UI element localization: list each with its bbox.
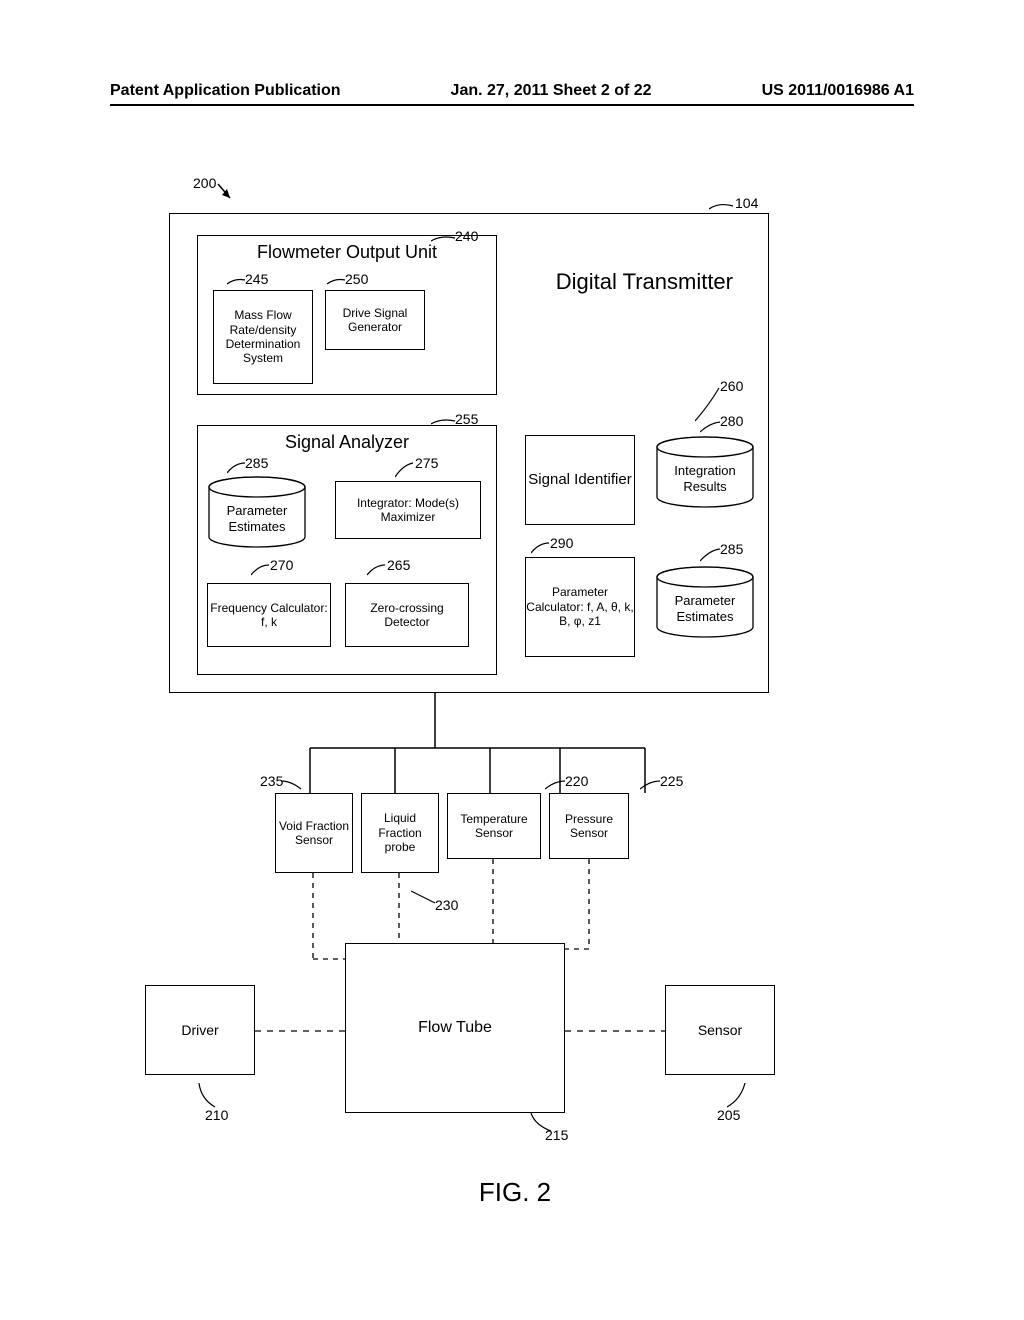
ref-275: 275 [415, 455, 438, 471]
page-header: Patent Application Publication Jan. 27, … [110, 82, 914, 100]
header-center: Jan. 27, 2011 Sheet 2 of 22 [451, 82, 652, 100]
leader-265-icon [367, 563, 387, 579]
leader-275-icon [395, 461, 415, 481]
ref-240: 240 [455, 228, 478, 244]
signal-analyzer-title: Signal Analyzer [285, 432, 409, 454]
ref-225: 225 [660, 773, 683, 789]
drive-signal-block: Drive Signal Generator [325, 290, 425, 350]
leader-240-icon [431, 235, 456, 247]
leader-220-icon [545, 779, 567, 793]
leader-205-icon [727, 1083, 753, 1109]
mass-flow-block: Mass Flow Rate/density Determination Sys… [213, 290, 313, 384]
ref-250: 250 [345, 271, 368, 287]
ref-265: 265 [387, 557, 410, 573]
parameter-estimates-a-label: Parameter Estimates [207, 503, 307, 534]
ref-270: 270 [270, 557, 293, 573]
liquid-fraction-label: Liquid Fraction probe [362, 811, 438, 854]
leader-290-icon [531, 541, 551, 557]
leader-260-icon [695, 385, 720, 425]
ref-205: 205 [717, 1107, 740, 1123]
ref-220: 220 [565, 773, 588, 789]
integrator-block: Integrator: Mode(s) Maximizer [335, 481, 481, 539]
header-right: US 2011/0016986 A1 [762, 82, 914, 100]
parameter-estimates-b-label: Parameter Estimates [655, 593, 755, 624]
leader-225-icon [640, 779, 662, 793]
ref-260: 260 [720, 378, 743, 394]
signal-identifier-label: Signal Identifier [528, 471, 631, 489]
zero-crossing-block: Zero-crossing Detector [345, 583, 469, 647]
leader-215-icon [529, 1113, 553, 1135]
frequency-calc-label: Frequency Calculator: f, k [208, 601, 330, 630]
ref-290: 290 [550, 535, 573, 551]
integration-results-cylinder: Integration Results [655, 435, 755, 509]
integrator-label: Integrator: Mode(s) Maximizer [336, 496, 480, 525]
ref-285b: 285 [720, 541, 743, 557]
pressure-sensor: Pressure Sensor [549, 793, 629, 859]
drive-signal-label: Drive Signal Generator [326, 306, 424, 335]
leader-250-icon [327, 278, 347, 290]
diagram-fig2: 200 104 Digital Transmitter Flowmeter Ou… [155, 195, 875, 1195]
signal-identifier-block: Signal Identifier [525, 435, 635, 525]
figure-caption: FIG. 2 [155, 1177, 875, 1208]
leader-230-icon [411, 889, 437, 907]
parameter-estimates-cylinder-a: Parameter Estimates [207, 475, 307, 549]
leader-270-icon [251, 563, 271, 579]
ref-230: 230 [435, 897, 458, 913]
parameter-calculator-block: Parameter Calculator: f, A, θ, k, B, φ, … [525, 557, 635, 657]
temperature-sensor: Temperature Sensor [447, 793, 541, 859]
digital-transmitter-title: Digital Transmitter [556, 269, 733, 295]
leader-285a-icon [227, 461, 247, 477]
ref-210: 210 [205, 1107, 228, 1123]
leader-285b-icon [700, 547, 722, 565]
leader-210-icon [193, 1083, 219, 1109]
ref-235: 235 [260, 773, 283, 789]
void-fraction-label: Void Fraction Sensor [276, 819, 352, 848]
ref-255: 255 [455, 411, 478, 427]
flowmeter-output-title: Flowmeter Output Unit [257, 242, 437, 264]
bottom-dashed-icon [155, 1025, 875, 1045]
pressure-sensor-label: Pressure Sensor [550, 812, 628, 841]
parameter-estimates-cylinder-b: Parameter Estimates [655, 565, 755, 639]
frequency-calc-block: Frequency Calculator: f, k [207, 583, 331, 647]
integration-results-label: Integration Results [655, 463, 755, 494]
temperature-sensor-label: Temperature Sensor [448, 812, 540, 841]
ref-280: 280 [720, 413, 743, 429]
ref-285a: 285 [245, 455, 268, 471]
leader-235-icon [281, 779, 303, 793]
leader-280-icon [700, 420, 722, 436]
leader-245-icon [227, 278, 247, 290]
ref-104: 104 [735, 195, 758, 211]
parameter-calculator-label: Parameter Calculator: f, A, θ, k, B, φ, … [526, 585, 634, 628]
header-rule [110, 104, 914, 106]
digital-transmitter-label: Digital Transmitter [556, 269, 733, 295]
mass-flow-label: Mass Flow Rate/density Determination Sys… [214, 308, 312, 366]
arrow-200-icon [208, 180, 238, 210]
ref-245: 245 [245, 271, 268, 287]
patent-page: Patent Application Publication Jan. 27, … [0, 0, 1024, 1320]
leader-255-icon [431, 418, 456, 430]
zero-crossing-label: Zero-crossing Detector [346, 601, 468, 630]
header-left: Patent Application Publication [110, 82, 341, 100]
